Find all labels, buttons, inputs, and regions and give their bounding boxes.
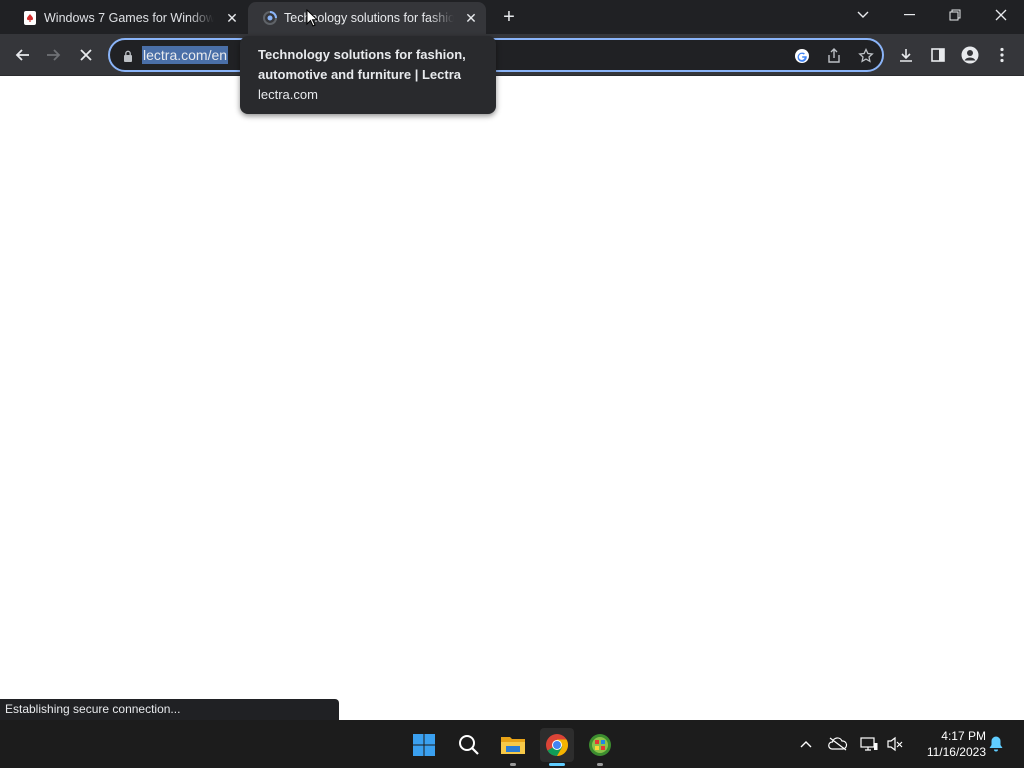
running-indicator [510, 763, 516, 766]
stop-loading-icon[interactable] [72, 41, 100, 69]
file-explorer-icon[interactable] [496, 728, 530, 766]
chrome-icon[interactable] [540, 728, 574, 766]
tab-search-icon[interactable] [840, 0, 886, 30]
system-clock[interactable]: 4:17 PM 11/16/2023 [914, 728, 986, 760]
page-content [0, 77, 1024, 720]
mouse-cursor-icon [306, 9, 318, 27]
clock-date: 11/16/2023 [926, 745, 986, 759]
address-bar[interactable]: lectra.com/en [108, 38, 884, 72]
clock-time: 4:17 PM [941, 729, 986, 743]
active-indicator [549, 763, 565, 766]
url-text[interactable]: lectra.com/en [142, 46, 229, 64]
onedrive-offline-icon[interactable] [828, 734, 848, 754]
minimize-button[interactable] [886, 0, 932, 30]
lock-icon[interactable] [122, 49, 134, 62]
hover-card-title-line2: automotive and furniture | Lectra [258, 67, 461, 82]
tab-strip: Windows 7 Games for Windows ✕ Technology… [0, 0, 1024, 34]
games-app-icon[interactable] [583, 728, 617, 766]
side-panel-icon[interactable] [924, 41, 952, 69]
status-bubble: Establishing secure connection... [0, 699, 339, 720]
google-lens-icon[interactable] [792, 46, 812, 66]
running-indicator [597, 763, 603, 766]
tab-title: Windows 7 Games for Windows [44, 11, 214, 25]
bookmark-star-icon[interactable] [856, 46, 876, 66]
network-icon[interactable] [859, 734, 879, 754]
profile-avatar-icon[interactable] [956, 41, 984, 69]
notification-bell-icon[interactable] [986, 734, 1006, 754]
share-icon[interactable] [824, 46, 844, 66]
hover-card-domain: lectra.com [258, 87, 318, 102]
show-hidden-icons-chevron-icon[interactable] [796, 734, 816, 754]
more-menu-icon[interactable] [988, 41, 1016, 69]
forward-icon[interactable] [40, 41, 68, 69]
download-icon[interactable] [892, 41, 920, 69]
hover-card-title-line1: Technology solutions for fashion, [258, 47, 466, 62]
new-tab-button[interactable]: + [498, 6, 520, 28]
tab-windows7-games[interactable]: Windows 7 Games for Windows ✕ [8, 2, 246, 34]
taskbar: 4:17 PM 11/16/2023 [0, 720, 1024, 768]
tab-lectra[interactable]: Technology solutions for fashion, ✕ [248, 2, 486, 34]
search-icon[interactable] [452, 728, 486, 762]
restore-button[interactable] [932, 0, 978, 30]
volume-muted-icon[interactable] [885, 734, 905, 754]
tab-hover-card: Technology solutions for fashion, automo… [240, 36, 496, 114]
back-icon[interactable] [8, 41, 36, 69]
close-window-button[interactable] [978, 0, 1024, 30]
close-tab-icon[interactable]: ✕ [223, 9, 241, 27]
solitaire-card-icon [22, 10, 38, 26]
loading-spinner-icon [262, 10, 278, 26]
browser-toolbar: lectra.com/en [0, 34, 1024, 76]
close-tab-icon[interactable]: ✕ [462, 9, 480, 27]
windows-start-icon[interactable] [407, 728, 441, 762]
